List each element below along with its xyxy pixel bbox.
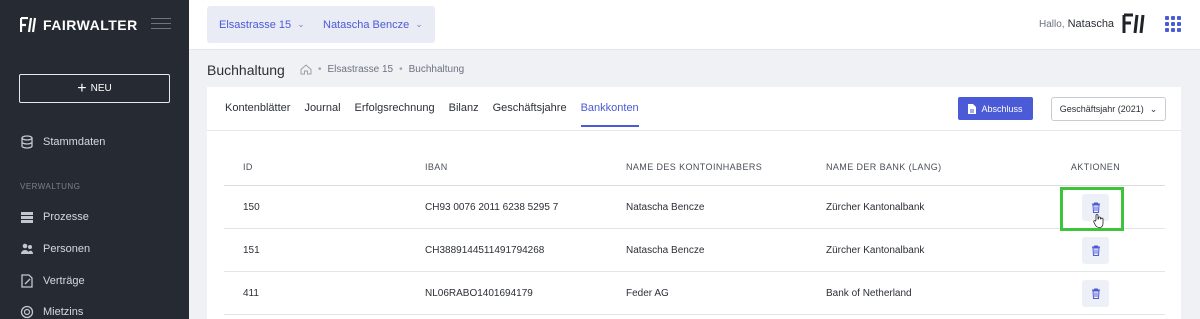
page-title: Buchhaltung bbox=[207, 62, 285, 78]
table-row[interactable]: 411 NL06RABO1401694179 Feder AG Bank of … bbox=[224, 272, 1165, 315]
trash-icon bbox=[1091, 245, 1100, 256]
column-header-id[interactable]: ID bbox=[224, 162, 425, 172]
cell-bank: Bank of Netherland bbox=[826, 287, 912, 299]
table-header: ID IBAN NAME DES KONTOINHABERS NAME DER … bbox=[224, 149, 1165, 186]
tab-erfolgsrechnung[interactable]: Erfolgsrechnung bbox=[355, 102, 435, 127]
cell-iban: CH3889144511491794268 bbox=[425, 244, 545, 256]
sidebar-item-label: Prozesse bbox=[43, 211, 89, 223]
cell-bank: Zürcher Kantonalbank bbox=[826, 244, 925, 256]
brand-logo[interactable]: FAIRWALTER bbox=[20, 15, 138, 35]
breadcrumb-item[interactable]: Elsastrasse 15 bbox=[328, 64, 394, 75]
sidebar-item-stammdaten[interactable]: Stammdaten bbox=[20, 135, 105, 149]
user-greeting: Hallo, Natascha bbox=[1039, 18, 1114, 30]
cell-bank: Zürcher Kantonalbank bbox=[826, 201, 925, 213]
content-card: Kontenblätter Journal Erfolgsrechnung Bi… bbox=[207, 87, 1181, 319]
fiscal-year-label: Geschäftsjahr (2021) bbox=[1059, 104, 1144, 114]
divider bbox=[207, 130, 1181, 131]
person-selector[interactable]: Natascha Bencze ⌄ bbox=[311, 6, 435, 43]
sidebar: FAIRWALTER + NEU Stammdaten VERWALTUNG P… bbox=[0, 0, 189, 319]
cell-owner: Feder AG bbox=[626, 287, 669, 299]
table-row[interactable]: 151 CH3889144511491794268 Natascha Bencz… bbox=[224, 229, 1165, 272]
layers-icon bbox=[21, 212, 33, 223]
contract-icon bbox=[21, 274, 33, 288]
highlight-box bbox=[1060, 187, 1124, 231]
column-header-owner[interactable]: NAME DES KONTOINHABERS bbox=[626, 162, 826, 172]
user-avatar-icon[interactable] bbox=[1122, 13, 1146, 35]
tab-bilanz[interactable]: Bilanz bbox=[449, 102, 479, 127]
sidebar-item-mietzins[interactable]: Mietzins bbox=[20, 305, 83, 319]
cell-owner: Natascha Bencze bbox=[626, 244, 705, 256]
brand-name: FAIRWALTER bbox=[43, 17, 138, 33]
table-row[interactable]: 150 CH93 0076 2011 6238 5295 7 Natascha … bbox=[224, 186, 1165, 229]
sidebar-item-vertraege[interactable]: Verträge bbox=[20, 274, 85, 288]
column-header-iban[interactable]: IBAN bbox=[425, 162, 626, 172]
top-bar: Elsastrasse 15 ⌄ Natascha Bencze ⌄ Hallo… bbox=[189, 0, 1200, 50]
sidebar-item-label: Mietzins bbox=[43, 306, 84, 318]
home-icon[interactable] bbox=[300, 64, 312, 75]
delete-button[interactable] bbox=[1082, 279, 1109, 307]
delete-button[interactable] bbox=[1082, 236, 1109, 264]
trash-icon bbox=[1091, 288, 1100, 299]
greeting-text: Hallo, bbox=[1039, 19, 1065, 30]
column-header-bank[interactable]: NAME DER BANK (LANG) bbox=[826, 162, 1026, 172]
cell-iban: NL06RABO1401694179 bbox=[425, 287, 533, 299]
sidebar-section-label: VERWALTUNG bbox=[20, 182, 81, 191]
column-header-actions: AKTIONEN bbox=[1070, 162, 1121, 172]
breadcrumb-item: Buchhaltung bbox=[408, 64, 465, 75]
chevron-down-icon: ⌄ bbox=[1149, 103, 1158, 114]
sidebar-collapse-icon[interactable] bbox=[151, 18, 171, 32]
document-icon bbox=[968, 103, 977, 114]
cell-id: 151 bbox=[243, 244, 260, 256]
tab-geschaeftsjahre[interactable]: Geschäftsjahre bbox=[493, 102, 567, 127]
database-icon bbox=[21, 135, 33, 149]
sidebar-item-label: Stammdaten bbox=[43, 136, 106, 148]
close-year-label: Abschluss bbox=[981, 103, 1023, 114]
tab-kontenblaetter[interactable]: Kontenblätter bbox=[225, 102, 290, 127]
bank-accounts-table: ID IBAN NAME DES KONTOINHABERS NAME DER … bbox=[224, 149, 1165, 315]
user-name: Natascha bbox=[1067, 18, 1115, 30]
chevron-down-icon: ⌄ bbox=[297, 19, 305, 29]
breadcrumb: • Elsastrasse 15 • Buchhaltung bbox=[300, 64, 464, 75]
close-year-button[interactable]: Abschluss bbox=[958, 97, 1033, 120]
tab-journal[interactable]: Journal bbox=[304, 102, 340, 127]
sidebar-item-label: Verträge bbox=[43, 275, 85, 287]
chevron-down-icon: ⌄ bbox=[415, 19, 423, 29]
sidebar-item-personen[interactable]: Personen bbox=[20, 242, 90, 256]
cell-id: 150 bbox=[243, 201, 260, 213]
sidebar-item-prozesse[interactable]: Prozesse bbox=[20, 210, 89, 224]
new-button[interactable]: + NEU bbox=[19, 74, 170, 103]
cell-id: 411 bbox=[243, 287, 259, 299]
property-selector-label: Elsastrasse 15 bbox=[219, 18, 292, 31]
person-selector-label: Natascha Bencze bbox=[323, 18, 410, 31]
tab-bar: Kontenblätter Journal Erfolgsrechnung Bi… bbox=[225, 102, 639, 127]
people-icon bbox=[21, 243, 33, 254]
fairwalter-logo-icon bbox=[20, 17, 37, 33]
apps-grid-icon[interactable] bbox=[1165, 16, 1181, 32]
hand-cursor-icon bbox=[1093, 214, 1104, 228]
tab-bankkonten[interactable]: Bankkonten bbox=[580, 102, 639, 127]
property-selector[interactable]: Elsastrasse 15 ⌄ bbox=[207, 6, 317, 43]
new-button-label: NEU bbox=[90, 83, 112, 94]
cell-iban: CH93 0076 2011 6238 5295 7 bbox=[425, 201, 559, 213]
fiscal-year-select[interactable]: Geschäftsjahr (2021) ⌄ bbox=[1051, 97, 1166, 121]
cell-owner: Natascha Bencze bbox=[626, 201, 705, 213]
sidebar-item-label: Personen bbox=[43, 243, 91, 255]
plus-icon: + bbox=[77, 79, 87, 97]
coins-icon bbox=[20, 305, 34, 319]
